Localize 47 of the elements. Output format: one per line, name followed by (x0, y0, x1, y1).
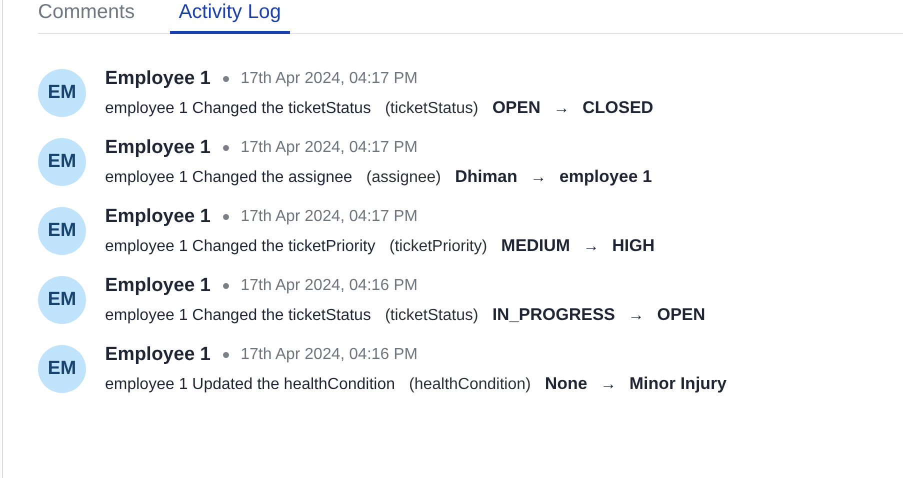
old-value: MEDIUM (501, 236, 570, 256)
tab[interactable]: Activity Log (170, 0, 290, 34)
separator-dot-icon (222, 145, 229, 151)
old-value: None (544, 374, 588, 394)
separator-dot-icon (222, 283, 229, 289)
author-name: Employee 1 (105, 137, 211, 159)
field-name: (ticketStatus) (384, 100, 478, 118)
separator-dot-icon (222, 76, 229, 82)
timestamp: 17th Apr 2024, 04:17 PM (240, 139, 418, 157)
activity-description: employee 1 Changed the ticketStatus (105, 307, 371, 325)
arrow-icon: → (530, 169, 546, 187)
avatar: EM (38, 345, 86, 393)
new-value: Minor Injury (629, 374, 727, 394)
old-value: Dhiman (455, 167, 518, 187)
activity-description: employee 1 Changed the ticketPriority (105, 238, 376, 256)
arrow-icon: → (554, 100, 570, 118)
timestamp: 17th Apr 2024, 04:16 PM (240, 277, 418, 295)
new-value: employee 1 (559, 167, 652, 187)
author-name: Employee 1 (105, 206, 211, 228)
field-name: (ticketStatus) (384, 307, 478, 325)
avatar: EM (38, 276, 86, 324)
field-name: (assignee) (366, 169, 441, 187)
avatar: EM (38, 207, 86, 255)
author-name: Employee 1 (105, 68, 211, 90)
field-name: (healthCondition) (408, 376, 531, 394)
new-value: CLOSED (582, 98, 654, 118)
author-name: Employee 1 (105, 344, 211, 366)
timestamp: 17th Apr 2024, 04:16 PM (240, 346, 418, 364)
old-value: IN_PROGRESS (492, 305, 616, 325)
timestamp: 17th Apr 2024, 04:17 PM (240, 70, 418, 88)
avatar: EM (38, 69, 86, 117)
new-value: OPEN (657, 305, 706, 325)
separator-dot-icon (222, 352, 229, 358)
field-name: (ticketPriority) (389, 238, 488, 256)
timestamp: 17th Apr 2024, 04:17 PM (240, 208, 418, 226)
activity-description: employee 1 Updated the healthCondition (105, 376, 395, 394)
separator-dot-icon (222, 214, 229, 220)
tab[interactable]: Comments (38, 0, 144, 34)
old-value: OPEN (492, 98, 540, 118)
activity-description: employee 1 Changed the assignee (105, 169, 352, 187)
arrow-icon: → (600, 376, 616, 394)
new-value: HIGH (612, 236, 655, 256)
arrow-icon: → (628, 307, 644, 325)
arrow-icon: → (583, 238, 600, 256)
avatar: EM (38, 138, 86, 186)
activity-description: employee 1 Changed the ticketStatus (105, 100, 371, 118)
author-name: Employee 1 (105, 275, 211, 297)
